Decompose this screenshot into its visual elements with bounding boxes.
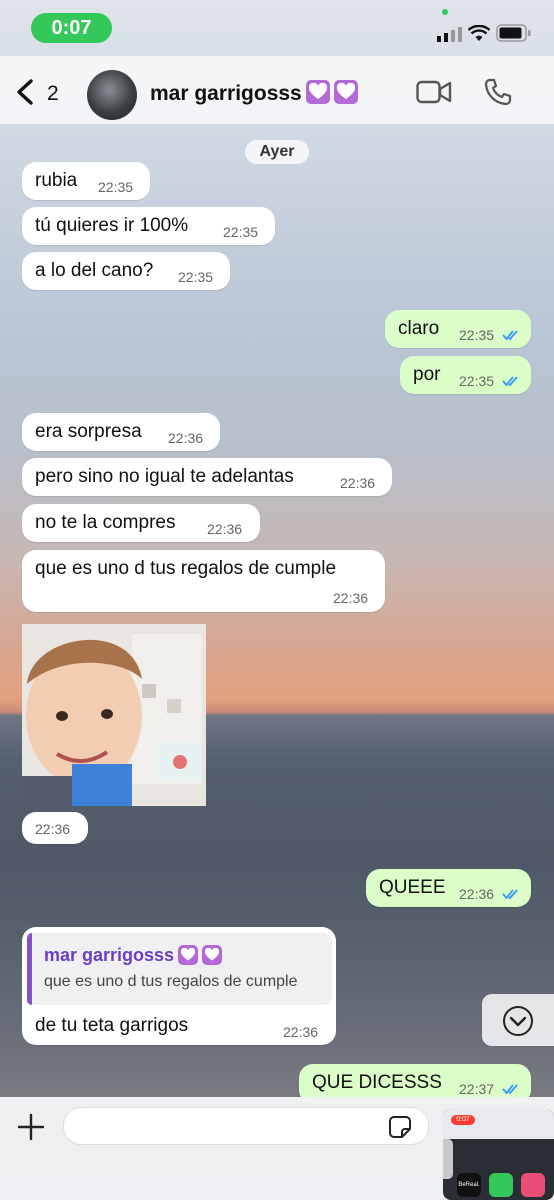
message-time: 22:35 [98, 179, 134, 195]
outgoing-message[interactable]: QUEEE 22:36 [366, 869, 531, 907]
chat-header: 2 mar garrigosss [0, 56, 554, 124]
pip-time: 0:07 [451, 1115, 475, 1125]
photo-caption-time[interactable]: 22:36 [22, 812, 88, 844]
message-time: 22:36 [207, 521, 243, 537]
message-time: 22:35 [178, 269, 214, 285]
message-text: no te la compres [35, 512, 176, 533]
message-time: 22:36 [168, 430, 204, 446]
purple-heart-icon [333, 80, 358, 104]
camera-indicator-dot [442, 9, 448, 15]
battery-icon [496, 24, 531, 42]
bereal-app-icon: BeReal. [457, 1173, 481, 1197]
message-time: 22:36 [333, 590, 369, 606]
message-text: por [413, 364, 441, 385]
message-time: 22:36 [459, 886, 495, 902]
message-text: claro [398, 318, 440, 339]
message-time: 22:36 [35, 821, 71, 837]
quote-accent-bar [27, 933, 32, 1005]
message-time: 22:35 [223, 224, 259, 240]
contact-name[interactable]: mar garrigosss [150, 80, 358, 106]
incoming-message[interactable]: que es uno d tus regalos de cumple 22:36 [22, 550, 385, 612]
date-separator: Ayer [245, 140, 309, 164]
pip-handle[interactable] [443, 1139, 453, 1179]
video-icon[interactable] [416, 80, 452, 104]
message-text: era sorpresa [35, 421, 142, 442]
quoted-author-text: mar garrigosss [44, 945, 175, 965]
message-text: de tu teta garrigos [35, 1015, 189, 1036]
contact-name-text: mar garrigosss [150, 82, 302, 105]
quoted-text: que es uno d tus regalos de cumple [44, 973, 298, 990]
message-text: QUEEE [379, 877, 446, 898]
message-time: 22:36 [283, 1024, 319, 1040]
status-time[interactable]: 0:07 [31, 13, 112, 43]
incoming-reply-message[interactable]: mar garrigosss que es uno d tus regalos … [22, 927, 336, 1045]
outgoing-message[interactable]: claro 22:35 [385, 310, 531, 348]
incoming-message[interactable]: a lo del cano? 22:35 [22, 252, 230, 290]
purple-heart-icon [202, 945, 223, 965]
plus-icon[interactable] [17, 1113, 45, 1141]
whatsapp-app-icon [489, 1173, 513, 1197]
message-time: 22:35 [459, 373, 495, 389]
child-photo-sticker[interactable] [22, 624, 206, 806]
outgoing-message[interactable]: por 22:35 [400, 356, 531, 394]
avatar[interactable] [87, 70, 137, 120]
phone-icon[interactable] [484, 78, 512, 106]
incoming-message[interactable]: rubia 22:35 [22, 162, 150, 200]
signal-icon [437, 27, 462, 42]
sticker-icon[interactable] [388, 1115, 412, 1139]
message-time: 22:35 [459, 327, 495, 343]
message-time: 22:36 [340, 475, 376, 491]
double-check-icon [502, 330, 518, 341]
quoted-message[interactable]: mar garrigosss que es uno d tus regalos … [27, 933, 332, 1005]
chevron-down-icon [503, 1006, 533, 1036]
status-bar: 0:07 [0, 0, 554, 56]
double-check-icon [502, 1084, 518, 1095]
incoming-message[interactable]: pero sino no igual te adelantas 22:36 [22, 458, 392, 496]
message-text: tú quieres ir 100% [35, 215, 189, 236]
purple-heart-icon [305, 80, 330, 104]
picture-in-picture-window[interactable]: 0:07 BeReal. [443, 1109, 554, 1200]
scroll-to-bottom-button[interactable] [482, 994, 554, 1046]
message-time: 22:37 [459, 1081, 495, 1097]
chevron-left-icon[interactable] [14, 78, 36, 106]
child-photo-image [22, 624, 206, 806]
message-text: QUE DICESSS [312, 1072, 442, 1093]
incoming-message[interactable]: era sorpresa 22:36 [22, 413, 220, 451]
app-icon [521, 1173, 545, 1197]
message-text: rubia [35, 170, 78, 191]
quoted-author: mar garrigosss [44, 945, 223, 966]
message-text: a lo del cano? [35, 260, 154, 281]
message-input[interactable] [63, 1107, 429, 1145]
unread-count[interactable]: 2 [47, 82, 59, 106]
incoming-message[interactable]: tú quieres ir 100% 22:35 [22, 207, 275, 245]
message-text: pero sino no igual te adelantas [35, 466, 294, 487]
double-check-icon [502, 376, 518, 387]
double-check-icon [502, 889, 518, 900]
wifi-icon [468, 25, 490, 41]
incoming-message[interactable]: no te la compres 22:36 [22, 504, 260, 542]
purple-heart-icon [178, 945, 199, 965]
message-text: que es uno d tus regalos de cumple [35, 558, 337, 579]
